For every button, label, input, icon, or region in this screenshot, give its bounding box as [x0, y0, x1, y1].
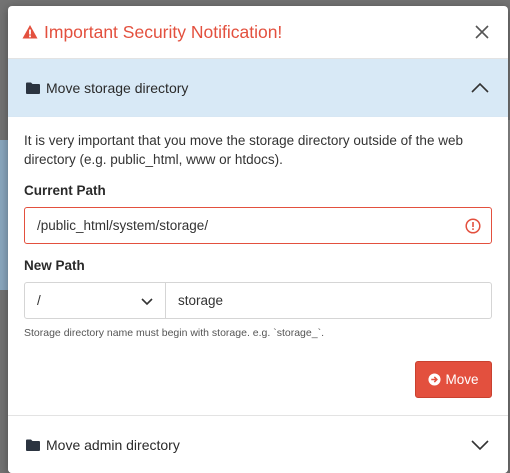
security-notification-modal: Important Security Notification! Move st… [8, 6, 508, 473]
new-path-name-value: storage [178, 293, 224, 308]
close-button[interactable] [470, 20, 494, 44]
accordion-header-admin[interactable]: Move admin directory [8, 415, 508, 473]
accordion-label-admin: Move admin directory [26, 437, 180, 453]
new-path-name-input[interactable]: storage [166, 282, 492, 319]
storage-actions: Move [24, 361, 492, 398]
error-icon [465, 217, 481, 234]
storage-description: It is very important that you move the s… [24, 133, 463, 167]
modal-title: Important Security Notification! [22, 22, 282, 43]
accordion-label-storage: Move storage directory [26, 80, 188, 96]
current-path-label: Current Path [24, 183, 106, 198]
chevron-down-icon [141, 297, 153, 305]
close-icon [475, 25, 489, 39]
move-button-label: Move [445, 372, 479, 387]
move-button[interactable]: Move [415, 361, 492, 398]
current-path-input[interactable]: /public_html/system/storage/ [24, 207, 492, 244]
accordion-title-storage: Move storage directory [46, 79, 189, 96]
chevron-down-icon [470, 435, 490, 455]
modal-header: Important Security Notification! [8, 6, 508, 59]
current-path-value: /public_html/system/storage/ [37, 218, 209, 233]
accordion-header-storage[interactable]: Move storage directory [8, 59, 508, 117]
arrow-circle-right-icon [428, 373, 442, 386]
folder-icon [26, 82, 40, 94]
modal-title-text: Important Security Notification! [44, 21, 283, 42]
accordion-title-admin: Move admin directory [46, 436, 180, 453]
new-path-label: New Path [24, 258, 85, 273]
chevron-up-icon [470, 78, 490, 98]
backdrop-strip-left [0, 140, 8, 290]
warning-icon [22, 25, 38, 39]
accordion-body-storage: It is very important that you move the s… [8, 117, 508, 398]
new-path-select-value: / [37, 293, 41, 308]
new-path-select[interactable]: / [24, 282, 166, 319]
folder-icon [26, 439, 40, 451]
storage-help-text: Storage directory name must begin with s… [24, 327, 324, 339]
new-path-group: / storage [24, 282, 492, 319]
